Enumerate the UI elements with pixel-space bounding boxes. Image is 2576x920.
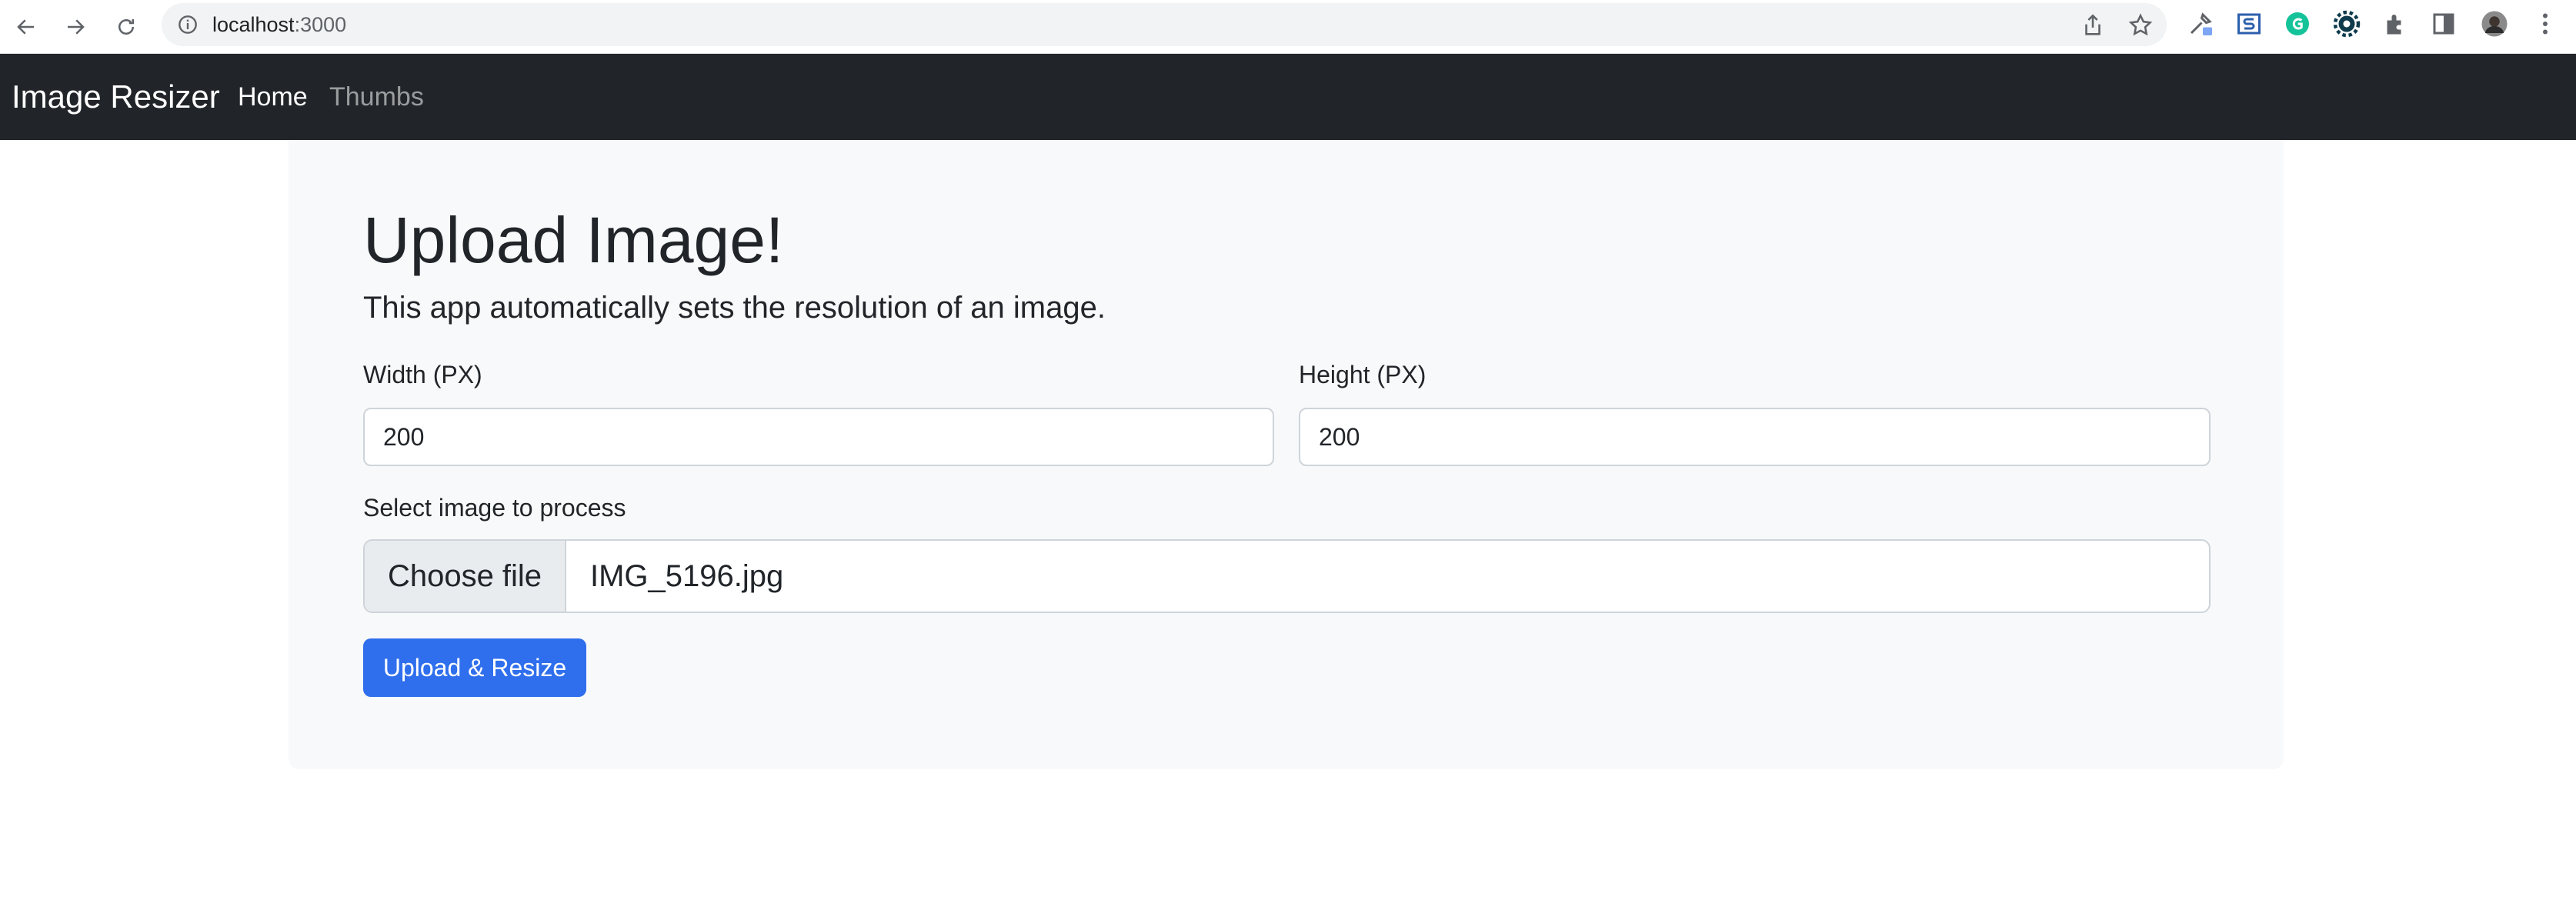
- more-menu-icon[interactable]: [2530, 8, 2561, 39]
- file-input[interactable]: Choose file IMG_5196.jpg: [363, 539, 2211, 613]
- reload-icon[interactable]: [109, 10, 143, 44]
- forward-arrow-icon[interactable]: [58, 10, 92, 44]
- address-bar[interactable]: localhost:3000: [162, 3, 2167, 46]
- bookmark-star-icon[interactable]: [2127, 12, 2154, 38]
- nav-link-home[interactable]: Home: [238, 54, 308, 140]
- width-label: Width (PX): [363, 361, 482, 388]
- file-label: Select image to process: [363, 494, 626, 522]
- puzzle-extensions-icon[interactable]: [2380, 8, 2411, 39]
- width-input[interactable]: 200: [363, 408, 1274, 466]
- navbar: Image Resizer Home Thumbs: [0, 54, 2576, 140]
- height-label: Height (PX): [1299, 361, 1426, 388]
- choose-file-button[interactable]: Choose file: [365, 541, 566, 612]
- height-input[interactable]: 200: [1299, 408, 2211, 466]
- info-icon[interactable]: [175, 12, 200, 37]
- upload-card: Upload Image! This app automatically set…: [289, 140, 2284, 769]
- lead-text: This app automatically sets the resoluti…: [363, 291, 1106, 325]
- gear-extension-icon[interactable]: [2331, 8, 2362, 39]
- url-host: localhost: [212, 13, 295, 36]
- selected-file-name: IMG_5196.jpg: [590, 559, 784, 593]
- side-panel-icon[interactable]: [2428, 8, 2459, 39]
- url-text: localhost:3000: [212, 3, 346, 46]
- s-extension-icon[interactable]: [2234, 8, 2264, 39]
- page-title: Upload Image!: [363, 204, 784, 276]
- upload-resize-button[interactable]: Upload & Resize: [363, 638, 586, 697]
- back-arrow-icon[interactable]: [9, 10, 43, 44]
- profile-avatar[interactable]: [2479, 8, 2510, 39]
- grammarly-extension-icon[interactable]: [2282, 8, 2313, 39]
- nav-link-thumbs[interactable]: Thumbs: [329, 54, 424, 140]
- browser-toolbar: localhost:3000: [0, 0, 2576, 54]
- eyedropper-extension-icon[interactable]: [2185, 8, 2216, 39]
- share-icon[interactable]: [2080, 12, 2106, 38]
- url-port: :3000: [294, 13, 347, 36]
- navbar-brand[interactable]: Image Resizer: [12, 54, 220, 140]
